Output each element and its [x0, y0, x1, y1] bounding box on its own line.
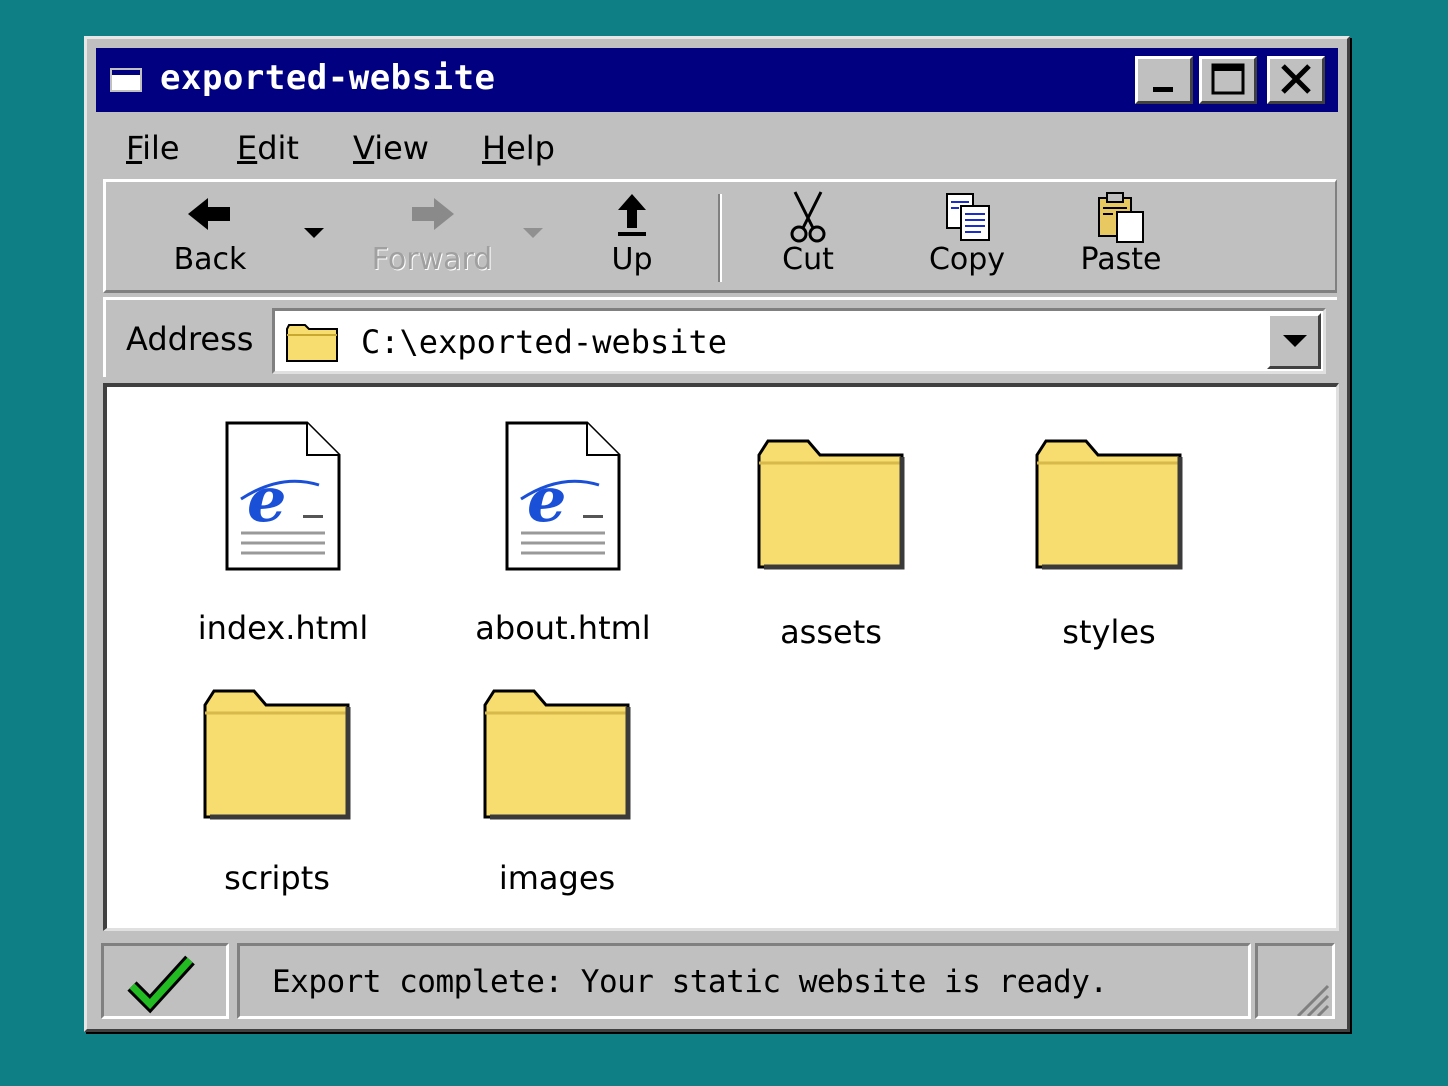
forward-dropdown-arrow[interactable] — [523, 228, 543, 238]
toolbar: Back Forward Up Cut Copy Paste — [103, 179, 1337, 293]
up-arrow-icon — [618, 194, 646, 236]
status-bar: Export complete: Your static website is … — [101, 943, 1339, 1021]
title-bar[interactable]: exported-website — [96, 48, 1338, 112]
back-arrow-icon — [188, 198, 230, 230]
minimize-button[interactable] — [1135, 56, 1193, 104]
cut-button[interactable]: Cut — [758, 190, 858, 286]
svg-text:e: e — [527, 463, 566, 536]
status-message-cell: Export complete: Your static website is … — [237, 943, 1251, 1019]
checkmark-icon — [127, 955, 195, 1014]
menu-help[interactable]: Help — [482, 129, 555, 167]
html-document-icon: e — [225, 421, 341, 571]
forward-arrow-icon — [412, 198, 454, 230]
up-button[interactable]: Up — [592, 190, 672, 286]
file-view: e index.html e about.html assets styles … — [103, 383, 1339, 931]
menu-view[interactable]: View — [353, 129, 429, 167]
svg-text:e: e — [247, 463, 286, 536]
folder-item-styles[interactable]: styles — [989, 435, 1229, 651]
status-message: Export complete: Your static website is … — [272, 964, 1108, 1000]
folder-icon — [1035, 439, 1183, 570]
folder-icon — [203, 689, 351, 820]
folder-item-images[interactable]: images — [437, 685, 677, 897]
folder-icon — [757, 439, 905, 570]
scissors-icon — [790, 191, 826, 243]
menu-bar: File Edit View Help — [96, 117, 1338, 177]
maximize-icon — [1211, 63, 1245, 95]
file-item-index-html[interactable]: e index.html — [163, 421, 403, 647]
address-bar: Address C:\exported-website — [103, 297, 1337, 377]
resize-grip[interactable] — [1255, 943, 1335, 1019]
close-button[interactable] — [1267, 56, 1325, 104]
resize-grip-icon — [1296, 984, 1330, 1018]
file-item-about-html[interactable]: e about.html — [443, 421, 683, 647]
folder-item-assets[interactable]: assets — [711, 435, 951, 651]
maximize-button[interactable] — [1199, 56, 1257, 104]
paste-icon — [1098, 192, 1144, 243]
forward-button[interactable]: Forward — [362, 190, 502, 286]
back-dropdown-arrow[interactable] — [304, 228, 324, 238]
address-input[interactable]: C:\exported-website — [272, 308, 1326, 374]
close-icon — [1281, 64, 1311, 94]
minimize-icon — [1153, 87, 1173, 92]
explorer-window: exported-website File Edit View Help Bac… — [84, 36, 1350, 1032]
copy-button[interactable]: Copy — [912, 190, 1022, 286]
toolbar-separator — [718, 194, 722, 282]
window-icon — [110, 68, 142, 92]
status-icon-cell — [101, 943, 229, 1019]
window-title: exported-website — [160, 58, 496, 98]
folder-icon — [483, 689, 631, 820]
address-label: Address — [126, 320, 254, 358]
menu-edit[interactable]: Edit — [237, 129, 299, 167]
address-dropdown-button[interactable] — [1267, 313, 1321, 369]
back-button[interactable]: Back — [150, 190, 270, 286]
folder-icon — [286, 324, 338, 362]
html-document-icon: e — [505, 421, 621, 571]
folder-item-scripts[interactable]: scripts — [157, 685, 397, 897]
copy-icon — [946, 193, 990, 241]
menu-file[interactable]: File — [126, 129, 180, 167]
address-path: C:\exported-website — [361, 323, 728, 361]
paste-button[interactable]: Paste — [1066, 190, 1176, 286]
